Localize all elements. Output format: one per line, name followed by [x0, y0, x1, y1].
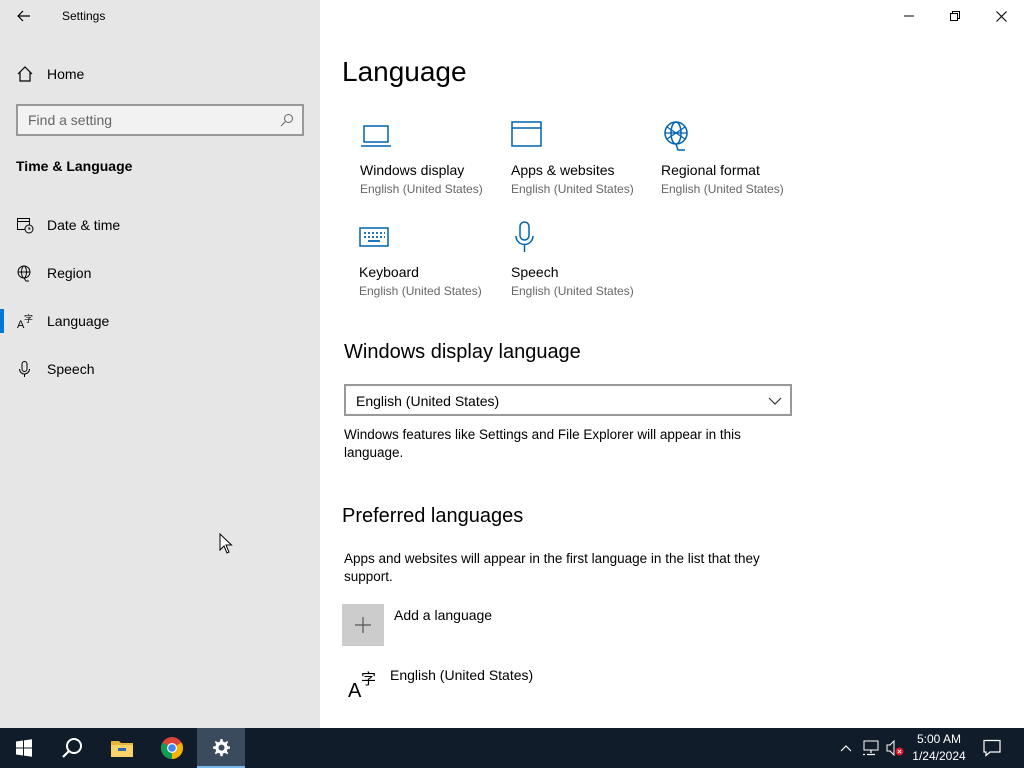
display-language-description: Windows features like Settings and File …	[344, 427, 741, 460]
add-language-label: Add a language	[394, 607, 493, 623]
preferred-languages-heading: Preferred languages	[342, 505, 524, 527]
tile-name: Speech	[511, 264, 559, 280]
preferred-languages-description: Apps and websites will appear in the fir…	[344, 551, 760, 584]
language-icon: A字	[17, 313, 33, 330]
taskbar-chrome[interactable]	[148, 728, 196, 768]
display-language-dropdown[interactable]: English (United States)	[344, 384, 792, 416]
sidebar-item-label: Date & time	[47, 217, 121, 233]
browser-window-icon	[511, 121, 542, 147]
network-icon	[863, 740, 879, 756]
tile-subtitle: English (United States)	[360, 182, 483, 196]
taskbar-search-button[interactable]	[48, 728, 96, 768]
chevron-up-icon	[840, 745, 852, 752]
sidebar-item-region[interactable]: Region	[0, 253, 320, 293]
tile-keyboard[interactable]: Keyboard English (United States)	[359, 220, 509, 320]
volume-button[interactable]	[885, 738, 905, 758]
action-center-button[interactable]	[982, 738, 1002, 758]
keyboard-icon	[359, 227, 389, 247]
minimize-button[interactable]	[886, 0, 932, 32]
sidebar-item-speech[interactable]: Speech	[0, 349, 320, 389]
search-input[interactable]	[18, 106, 302, 134]
minimize-icon	[904, 15, 914, 17]
tile-speech[interactable]: Speech English (United States)	[511, 220, 661, 320]
sidebar-item-label: Speech	[47, 361, 95, 377]
language-icon: A字	[348, 670, 376, 700]
plus-icon	[342, 604, 384, 646]
main-content: Language Windows display English (United…	[320, 0, 1024, 728]
clock-time: 5:00 AM	[916, 732, 962, 746]
clock-date: 1/24/2024	[912, 749, 966, 763]
sidebar-item-label: Home	[47, 66, 85, 82]
start-icon	[16, 739, 32, 757]
search-icon	[62, 738, 82, 758]
tile-subtitle: English (United States)	[661, 182, 784, 196]
laptop-icon	[361, 125, 391, 147]
microphone-icon	[19, 361, 30, 377]
selection-indicator	[0, 309, 4, 333]
settings-icon	[213, 739, 230, 757]
network-button[interactable]	[861, 738, 881, 758]
mouse-cursor-icon	[219, 533, 233, 554]
section-title: Time & Language	[16, 158, 133, 174]
start-button[interactable]	[0, 728, 48, 768]
sidebar-item-label: Region	[47, 265, 92, 281]
language-name: English (United States)	[390, 667, 534, 683]
restore-button[interactable]	[932, 0, 978, 32]
page-title: Language	[342, 56, 467, 87]
globe-icon	[664, 121, 688, 151]
taskbar-file-explorer[interactable]	[98, 728, 146, 768]
tile-name: Apps & websites	[511, 162, 615, 178]
back-arrow-icon	[17, 10, 30, 22]
file-explorer-icon	[111, 741, 133, 757]
taskbar: 5:00 AM 1/24/2024	[0, 728, 1024, 768]
back-button[interactable]	[10, 4, 38, 28]
svg-text:字: 字	[24, 313, 33, 325]
title-bar: Settings	[0, 0, 320, 32]
add-language-button[interactable]: Add a language	[342, 602, 642, 646]
app-title: Settings	[62, 9, 106, 23]
globe-icon	[17, 265, 31, 282]
sidebar: Settings Home Time & Language Date & tim…	[0, 0, 320, 728]
sidebar-item-home[interactable]: Home	[0, 56, 320, 92]
notification-icon	[983, 739, 1001, 757]
tile-name: Keyboard	[359, 264, 419, 280]
close-icon	[995, 10, 1007, 22]
chrome-icon	[161, 737, 183, 759]
taskbar-settings[interactable]	[197, 728, 245, 768]
sidebar-item-label: Language	[47, 313, 110, 329]
restore-icon	[950, 11, 960, 21]
volume-muted-icon	[886, 739, 904, 757]
search-box[interactable]	[16, 104, 304, 136]
list-item[interactable]: A字 English (United States)	[342, 662, 642, 706]
svg-text:字: 字	[361, 670, 376, 688]
taskbar-clock[interactable]: 5:00 AM 1/24/2024	[906, 731, 972, 765]
sidebar-item-date-time[interactable]: Date & time	[0, 205, 320, 245]
display-language-heading: Windows display language	[344, 341, 581, 363]
calendar-clock-icon	[17, 218, 34, 234]
home-icon	[17, 66, 33, 82]
tile-windows-display[interactable]: Windows display English (United States)	[360, 118, 510, 218]
chevron-down-icon	[768, 397, 782, 405]
show-hidden-icons-button[interactable]	[836, 738, 856, 758]
tile-name: Windows display	[360, 162, 465, 178]
sidebar-item-language[interactable]: A字 Language	[0, 301, 320, 341]
search-icon[interactable]	[280, 113, 294, 127]
microphone-icon	[515, 221, 534, 252]
svg-text:A: A	[348, 680, 362, 700]
close-button[interactable]	[978, 0, 1024, 32]
tile-apps-websites[interactable]: Apps & websites English (United States)	[511, 118, 661, 218]
dropdown-value: English (United States)	[356, 393, 500, 409]
tile-subtitle: English (United States)	[511, 284, 634, 298]
tile-name: Regional format	[661, 162, 760, 178]
tile-regional-format[interactable]: Regional format English (United States)	[661, 118, 811, 218]
tile-subtitle: English (United States)	[359, 284, 482, 298]
tile-subtitle: English (United States)	[511, 182, 634, 196]
